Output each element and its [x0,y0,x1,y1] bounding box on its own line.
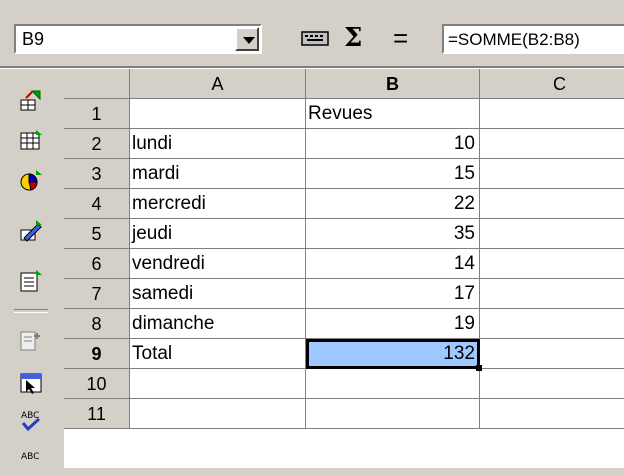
cell-a[interactable] [130,99,306,129]
cell-a[interactable]: dimanche [130,309,306,339]
auto-spellcheck-icon[interactable]: ABC [18,449,44,475]
fill-handle[interactable] [476,365,482,371]
edit-object-icon[interactable] [18,268,44,294]
cell-c[interactable] [480,99,624,129]
cell-c[interactable] [480,129,624,159]
insert-object-icon[interactable] [18,218,44,244]
name-box[interactable]: B9 [14,24,262,54]
cell-a[interactable]: mardi [130,159,306,189]
select-icon[interactable] [18,370,44,396]
row-header[interactable]: 11 [64,399,130,429]
cell-c[interactable] [480,339,624,369]
cell-b[interactable] [306,369,480,399]
cell-b[interactable]: 14 [306,249,480,279]
sum-icon[interactable]: Σ [344,25,362,51]
row-header[interactable]: 2 [64,129,130,159]
cell-a[interactable] [130,369,306,399]
function-autopilot-icon[interactable] [300,25,330,51]
cell-a[interactable]: Total [130,339,306,369]
toolbar-divider [14,309,48,313]
insert-table-icon[interactable] [18,128,44,154]
column-header-b[interactable]: B [306,69,480,99]
cell-b[interactable]: 15 [306,159,480,189]
row-header[interactable]: 5 [64,219,130,249]
cell-b[interactable] [306,399,480,429]
formula-input-value[interactable]: =SOMME(B2:B8) [448,30,580,50]
row-header[interactable]: 1 [64,99,130,129]
name-box-dropdown-button[interactable] [235,27,259,51]
cell-b[interactable]: 35 [306,219,480,249]
spellcheck-icon[interactable]: ABC [18,408,44,434]
cell-c[interactable] [480,189,624,219]
row-header[interactable]: 4 [64,189,130,219]
formula-bar: B9 Σ = =SOMME(B2:B8) [0,0,624,66]
column-header-a[interactable]: A [130,69,306,99]
row-header[interactable]: 6 [64,249,130,279]
cell-a[interactable]: vendredi [130,249,306,279]
cell-c[interactable] [480,369,624,399]
cell-a[interactable]: lundi [130,129,306,159]
cell-a[interactable]: samedi [130,279,306,309]
row-header[interactable]: 10 [64,369,130,399]
row-header[interactable]: 3 [64,159,130,189]
cell-b[interactable]: 17 [306,279,480,309]
name-box-value[interactable]: B9 [22,29,44,50]
cell-b[interactable]: 22 [306,189,480,219]
row-header[interactable]: 7 [64,279,130,309]
insert-chart-icon[interactable] [18,168,44,194]
cell-a[interactable] [130,399,306,429]
svg-text:ABC: ABC [21,452,39,462]
cell-c[interactable] [480,309,624,339]
cell-b-selected[interactable]: 132 [306,339,480,369]
cell-c[interactable] [480,399,624,429]
cell-c[interactable] [480,159,624,189]
navigator-icon[interactable] [18,88,44,114]
insert-cells-icon[interactable] [18,327,44,353]
cell-b[interactable]: 10 [306,129,480,159]
dropdown-arrow-icon [243,37,255,44]
cell-a[interactable]: jeudi [130,219,306,249]
cell-c[interactable] [480,219,624,249]
left-toolbar: ABC ABC [0,69,60,468]
cell-c[interactable] [480,249,624,279]
cell-c[interactable] [480,279,624,309]
cell-b[interactable]: 19 [306,309,480,339]
row-header[interactable]: 8 [64,309,130,339]
cell-b[interactable]: Revues [306,99,480,129]
spreadsheet-grid: A B C 1 Revues 2 lundi 10 3 mardi 15 4 mercredi 22… [64,69,624,468]
formula-input[interactable]: =SOMME(B2:B8) [442,24,624,54]
cell-a[interactable]: mercredi [130,189,306,219]
row-header[interactable]: 9 [64,339,130,369]
column-header-c[interactable]: C [480,69,624,99]
equals-icon[interactable]: = [393,25,408,51]
select-all-corner[interactable] [64,69,130,99]
